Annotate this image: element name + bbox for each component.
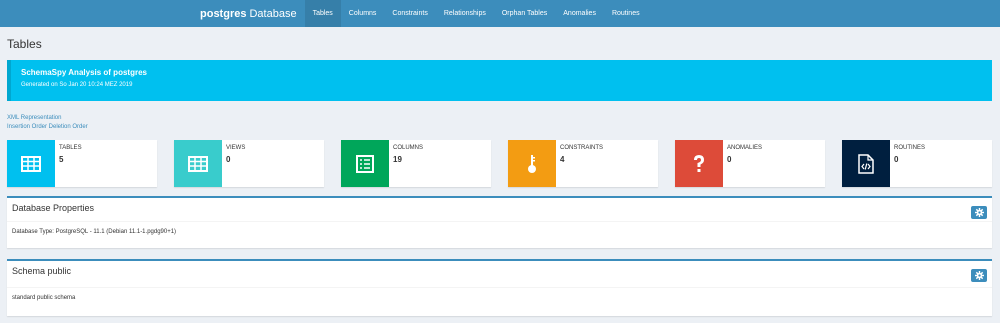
nav-orphan-tables[interactable]: Orphan Tables xyxy=(494,0,555,27)
insertion-deletion-order-link[interactable]: Insertion Order Deletion Order xyxy=(7,123,88,132)
stat-label: CONSTRAINTS xyxy=(560,145,604,151)
top-navbar: postgres Database Tables Columns Constra… xyxy=(0,0,1000,27)
stat-value: 19 xyxy=(393,155,402,164)
settings-button[interactable] xyxy=(971,206,987,219)
gear-icon xyxy=(974,208,984,217)
question-icon xyxy=(675,140,723,187)
gear-icon xyxy=(974,271,984,280)
brand-suffix: Database xyxy=(249,7,297,20)
schema-description: standard public schema xyxy=(12,295,76,301)
nav-relationships[interactable]: Relationships xyxy=(436,0,494,27)
analysis-callout: SchemaSpy Analysis of postgres Generated… xyxy=(7,60,992,101)
stat-label: TABLES xyxy=(59,145,82,151)
key-icon xyxy=(508,140,556,187)
callout-title: SchemaSpy Analysis of postgres xyxy=(21,68,147,77)
nav-routines[interactable]: Routines xyxy=(604,0,648,27)
nav-anomalies[interactable]: Anomalies xyxy=(555,0,604,27)
table-icon xyxy=(7,140,55,187)
page-title: Tables xyxy=(7,37,42,51)
stat-views: VIEWS 0 xyxy=(174,140,324,187)
nav-columns[interactable]: Columns xyxy=(341,0,385,27)
stat-constraints: CONSTRAINTS 4 xyxy=(508,140,658,187)
stat-value: 4 xyxy=(560,155,565,164)
callout-generated: Generated on So Jan 20 10:24 MEZ 2019 xyxy=(21,82,133,88)
stat-anomalies: ANOMALIES 0 xyxy=(675,140,825,187)
list-icon xyxy=(341,140,389,187)
database-type-text: Database Type: PostgreSQL - 11.1 (Debian… xyxy=(12,229,177,235)
stat-value: 5 xyxy=(59,155,64,164)
brand[interactable]: postgres Database xyxy=(200,0,305,27)
stats-row: TABLES 5 VIEWS 0 COLUMNS 19 CONSTRAINTS … xyxy=(7,140,992,187)
stat-label: COLUMNS xyxy=(393,145,424,151)
schema-public-box: Schema public standard public schema xyxy=(7,259,992,316)
xml-representation-link[interactable]: XML Representation xyxy=(7,114,88,123)
stat-value: 0 xyxy=(226,155,231,164)
nav-tables[interactable]: Tables xyxy=(304,0,341,27)
stat-routines: ROUTINES 0 xyxy=(842,140,992,187)
schema-title: Schema public xyxy=(12,266,72,276)
stat-columns: COLUMNS 19 xyxy=(341,140,491,187)
stat-label: ROUTINES xyxy=(894,145,926,151)
stat-tables: TABLES 5 xyxy=(7,140,157,187)
database-properties-title: Database Properties xyxy=(12,203,95,213)
code-file-icon xyxy=(842,140,890,187)
stat-label: ANOMALIES xyxy=(727,145,763,151)
table-icon xyxy=(174,140,222,187)
brand-name: postgres xyxy=(200,7,247,20)
nav-constraints[interactable]: Constraints xyxy=(384,0,435,27)
settings-button[interactable] xyxy=(971,269,987,282)
stat-value: 0 xyxy=(727,155,732,164)
database-properties-box: Database Properties Database Type: Postg… xyxy=(7,196,992,248)
export-links: XML Representation Insertion Order Delet… xyxy=(7,114,88,132)
stat-label: VIEWS xyxy=(226,145,246,151)
stat-value: 0 xyxy=(894,155,899,164)
